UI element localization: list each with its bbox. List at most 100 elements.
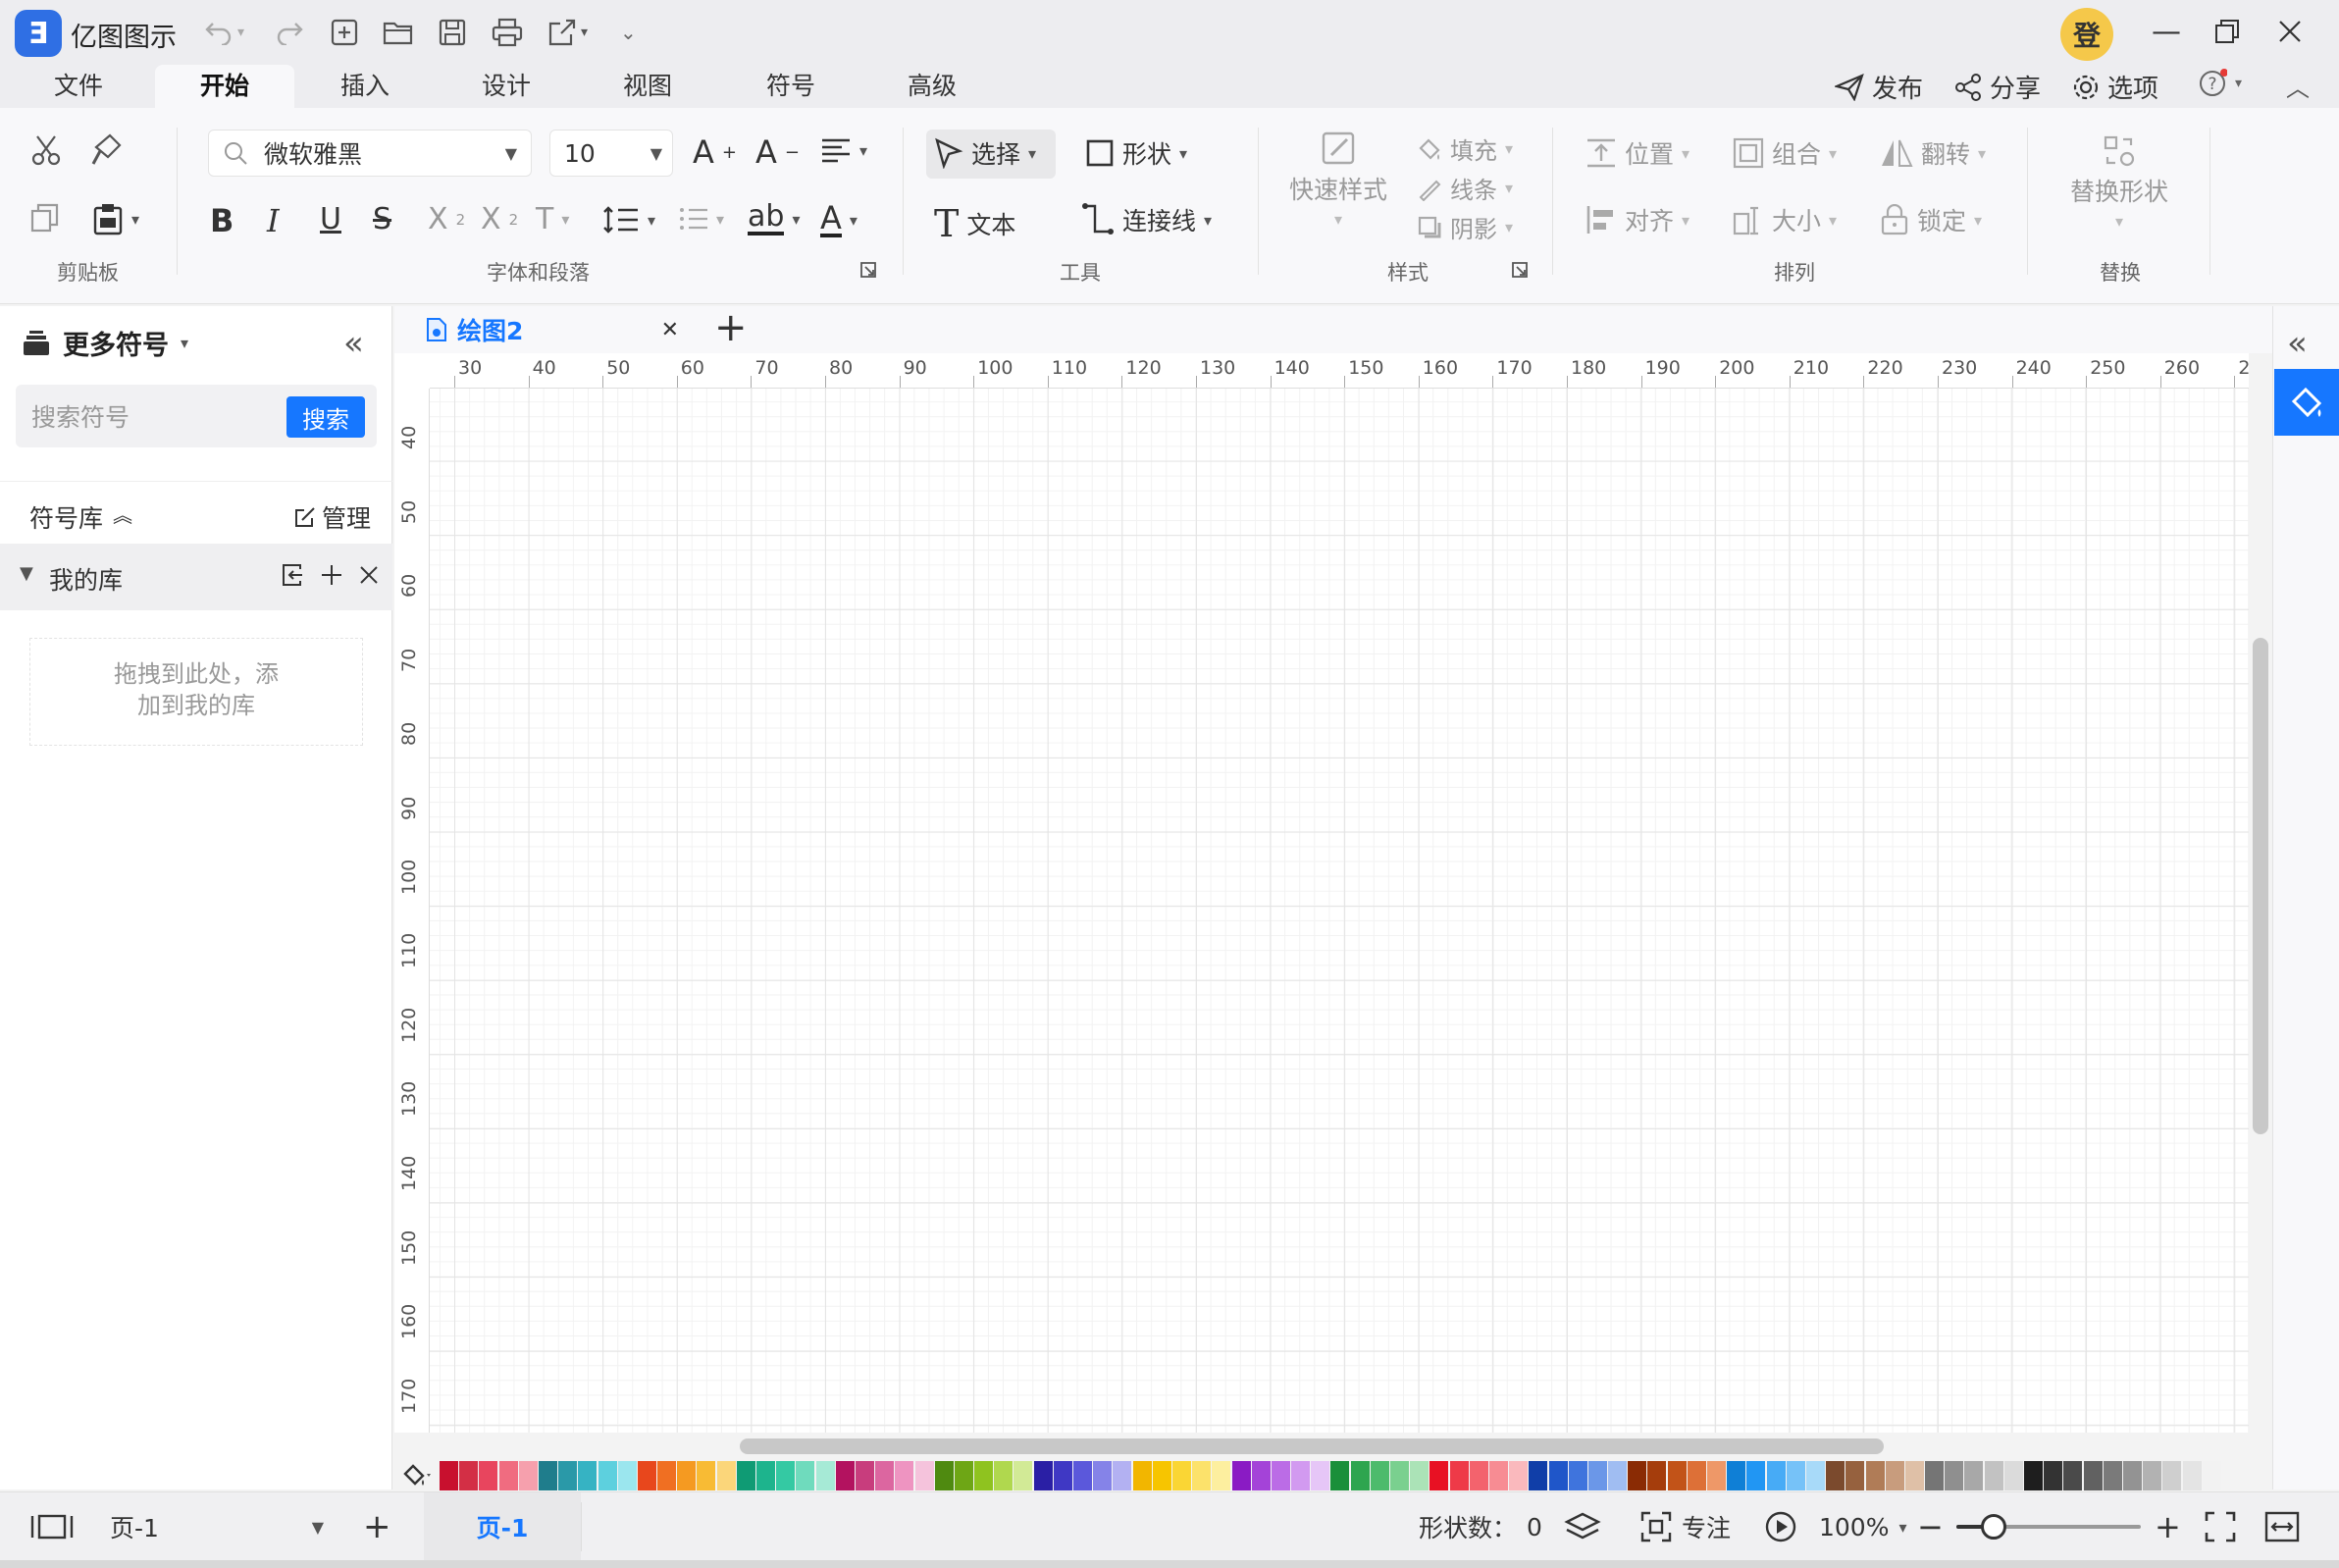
color-swatch[interactable] xyxy=(1053,1461,1072,1490)
bullet-list-icon[interactable]: ▾ xyxy=(679,206,724,232)
vertical-scrollbar[interactable] xyxy=(2253,638,2268,1134)
document-tab[interactable]: 绘图2 ✕ xyxy=(408,306,693,353)
color-swatch[interactable] xyxy=(1647,1461,1667,1490)
color-swatch[interactable] xyxy=(558,1461,578,1490)
color-swatch[interactable] xyxy=(1350,1461,1370,1490)
font-family-select[interactable]: 微软雅黑 ▼ xyxy=(208,130,532,177)
color-swatch[interactable] xyxy=(1410,1461,1429,1490)
color-swatch[interactable] xyxy=(2024,1461,2043,1490)
italic-icon[interactable]: I xyxy=(267,202,280,239)
color-swatch[interactable] xyxy=(716,1461,736,1490)
connector-tool-button[interactable]: 连接线 ▾ xyxy=(1081,202,1212,237)
color-swatch[interactable] xyxy=(934,1461,954,1490)
close-window-icon[interactable] xyxy=(2268,12,2312,51)
color-swatch[interactable] xyxy=(2003,1461,2023,1490)
color-swatch[interactable] xyxy=(954,1461,973,1490)
undo-icon[interactable]: ▾ xyxy=(204,14,244,51)
focus-mode-button[interactable]: 专注 xyxy=(1640,1492,1731,1561)
tab-view[interactable]: 视图 xyxy=(598,65,697,108)
color-swatch[interactable] xyxy=(1786,1461,1805,1490)
new-file-icon[interactable] xyxy=(330,14,359,51)
close-tab-icon[interactable]: ✕ xyxy=(661,318,679,342)
color-swatch[interactable] xyxy=(2202,1461,2221,1490)
decrease-font-icon[interactable]: A − xyxy=(755,133,800,171)
position-button[interactable]: 位置 ▾ xyxy=(1585,135,1689,171)
close-icon[interactable] xyxy=(359,565,379,585)
collapse-ribbon-icon[interactable]: ︿ xyxy=(2286,69,2310,103)
publish-button[interactable]: 发布 xyxy=(1835,69,1923,105)
tab-advanced[interactable]: 高级 xyxy=(883,65,981,108)
increase-font-icon[interactable]: A + xyxy=(693,133,737,171)
copy-icon[interactable] xyxy=(29,202,61,234)
lock-button[interactable]: 锁定 ▾ xyxy=(1880,202,1982,237)
color-swatch[interactable] xyxy=(617,1461,637,1490)
color-swatch[interactable] xyxy=(2162,1461,2182,1490)
cut-icon[interactable] xyxy=(29,133,63,167)
fill-panel-button[interactable] xyxy=(2274,369,2339,436)
underline-icon[interactable]: U xyxy=(320,202,341,236)
manage-button[interactable]: 管理 xyxy=(294,499,371,535)
color-swatch[interactable] xyxy=(1628,1461,1647,1490)
avatar[interactable]: 登 xyxy=(2060,8,2113,61)
export-icon[interactable]: ▾ xyxy=(547,14,588,51)
color-swatch[interactable] xyxy=(1330,1461,1350,1490)
color-swatch[interactable] xyxy=(1370,1461,1389,1490)
color-swatch[interactable] xyxy=(1845,1461,1865,1490)
search-button[interactable]: 搜索 xyxy=(286,396,365,438)
expand-panel-icon[interactable]: « xyxy=(2287,324,2308,363)
color-swatch[interactable] xyxy=(677,1461,697,1490)
color-swatch[interactable] xyxy=(994,1461,1014,1490)
tab-symbol[interactable]: 符号 xyxy=(742,65,840,108)
new-tab-icon[interactable]: + xyxy=(714,308,748,347)
fill-button[interactable]: 填充 ▾ xyxy=(1417,131,1513,166)
play-icon[interactable] xyxy=(1764,1492,1797,1561)
select-tool-button[interactable]: 选择 ▾ xyxy=(934,135,1036,171)
color-swatch[interactable] xyxy=(578,1461,598,1490)
color-swatch[interactable] xyxy=(1509,1461,1529,1490)
color-swatch[interactable] xyxy=(1113,1461,1132,1490)
color-swatch[interactable] xyxy=(538,1461,557,1490)
subscript-icon[interactable]: X2 xyxy=(481,202,518,236)
color-swatch[interactable] xyxy=(1925,1461,1945,1490)
minimize-icon[interactable]: — xyxy=(2145,12,2188,51)
save-icon[interactable] xyxy=(438,14,467,51)
color-swatch[interactable] xyxy=(2143,1461,2162,1490)
quick-style-button[interactable]: 快速样式 ▾ xyxy=(1289,130,1387,229)
bold-icon[interactable]: B xyxy=(210,202,234,239)
zoom-in-icon[interactable]: + xyxy=(2155,1492,2181,1561)
my-library-row[interactable]: ▼ 我的库 xyxy=(0,544,392,610)
size-button[interactable]: 大小 ▾ xyxy=(1733,202,1837,237)
color-swatch[interactable] xyxy=(440,1461,458,1490)
customize-toolbar-icon[interactable]: ⌄ xyxy=(620,14,637,51)
color-swatch[interactable] xyxy=(2063,1461,2083,1490)
color-swatch[interactable] xyxy=(1073,1461,1092,1490)
color-swatch[interactable] xyxy=(518,1461,538,1490)
more-symbols-title[interactable]: 更多符号 ▾ xyxy=(22,324,188,362)
replace-shape-button[interactable]: 替换形状 ▾ xyxy=(2070,133,2168,231)
zoom-select[interactable]: 100% ▾ xyxy=(1819,1492,1907,1561)
color-swatch[interactable] xyxy=(1707,1461,1726,1490)
drawing-canvas[interactable] xyxy=(430,389,2249,1433)
color-swatch[interactable] xyxy=(1251,1461,1271,1490)
color-swatch[interactable] xyxy=(2122,1461,2142,1490)
align-button[interactable]: 对齐 ▾ xyxy=(1585,202,1689,237)
tab-design[interactable]: 设计 xyxy=(457,65,555,108)
color-swatch[interactable] xyxy=(895,1461,914,1490)
color-swatch[interactable] xyxy=(756,1461,775,1490)
color-swatch[interactable] xyxy=(1766,1461,1786,1490)
zoom-out-icon[interactable]: − xyxy=(1917,1492,1944,1561)
color-swatch[interactable] xyxy=(914,1461,934,1490)
line-button[interactable]: 线条 ▾ xyxy=(1417,171,1513,205)
color-swatch[interactable] xyxy=(498,1461,518,1490)
group-button[interactable]: 组合 ▾ xyxy=(1733,135,1837,171)
open-folder-icon[interactable] xyxy=(383,14,414,51)
color-swatch[interactable] xyxy=(1727,1461,1746,1490)
color-swatch[interactable] xyxy=(697,1461,716,1490)
color-swatch[interactable] xyxy=(835,1461,855,1490)
color-swatch[interactable] xyxy=(974,1461,994,1490)
font-size-select[interactable]: 10 ▼ xyxy=(549,130,673,177)
color-swatch[interactable] xyxy=(479,1461,498,1490)
text-style-icon[interactable]: T ▾ xyxy=(536,202,569,236)
color-swatch[interactable] xyxy=(815,1461,835,1490)
symbol-library-toggle[interactable]: 符号库 ︽ xyxy=(29,499,132,535)
